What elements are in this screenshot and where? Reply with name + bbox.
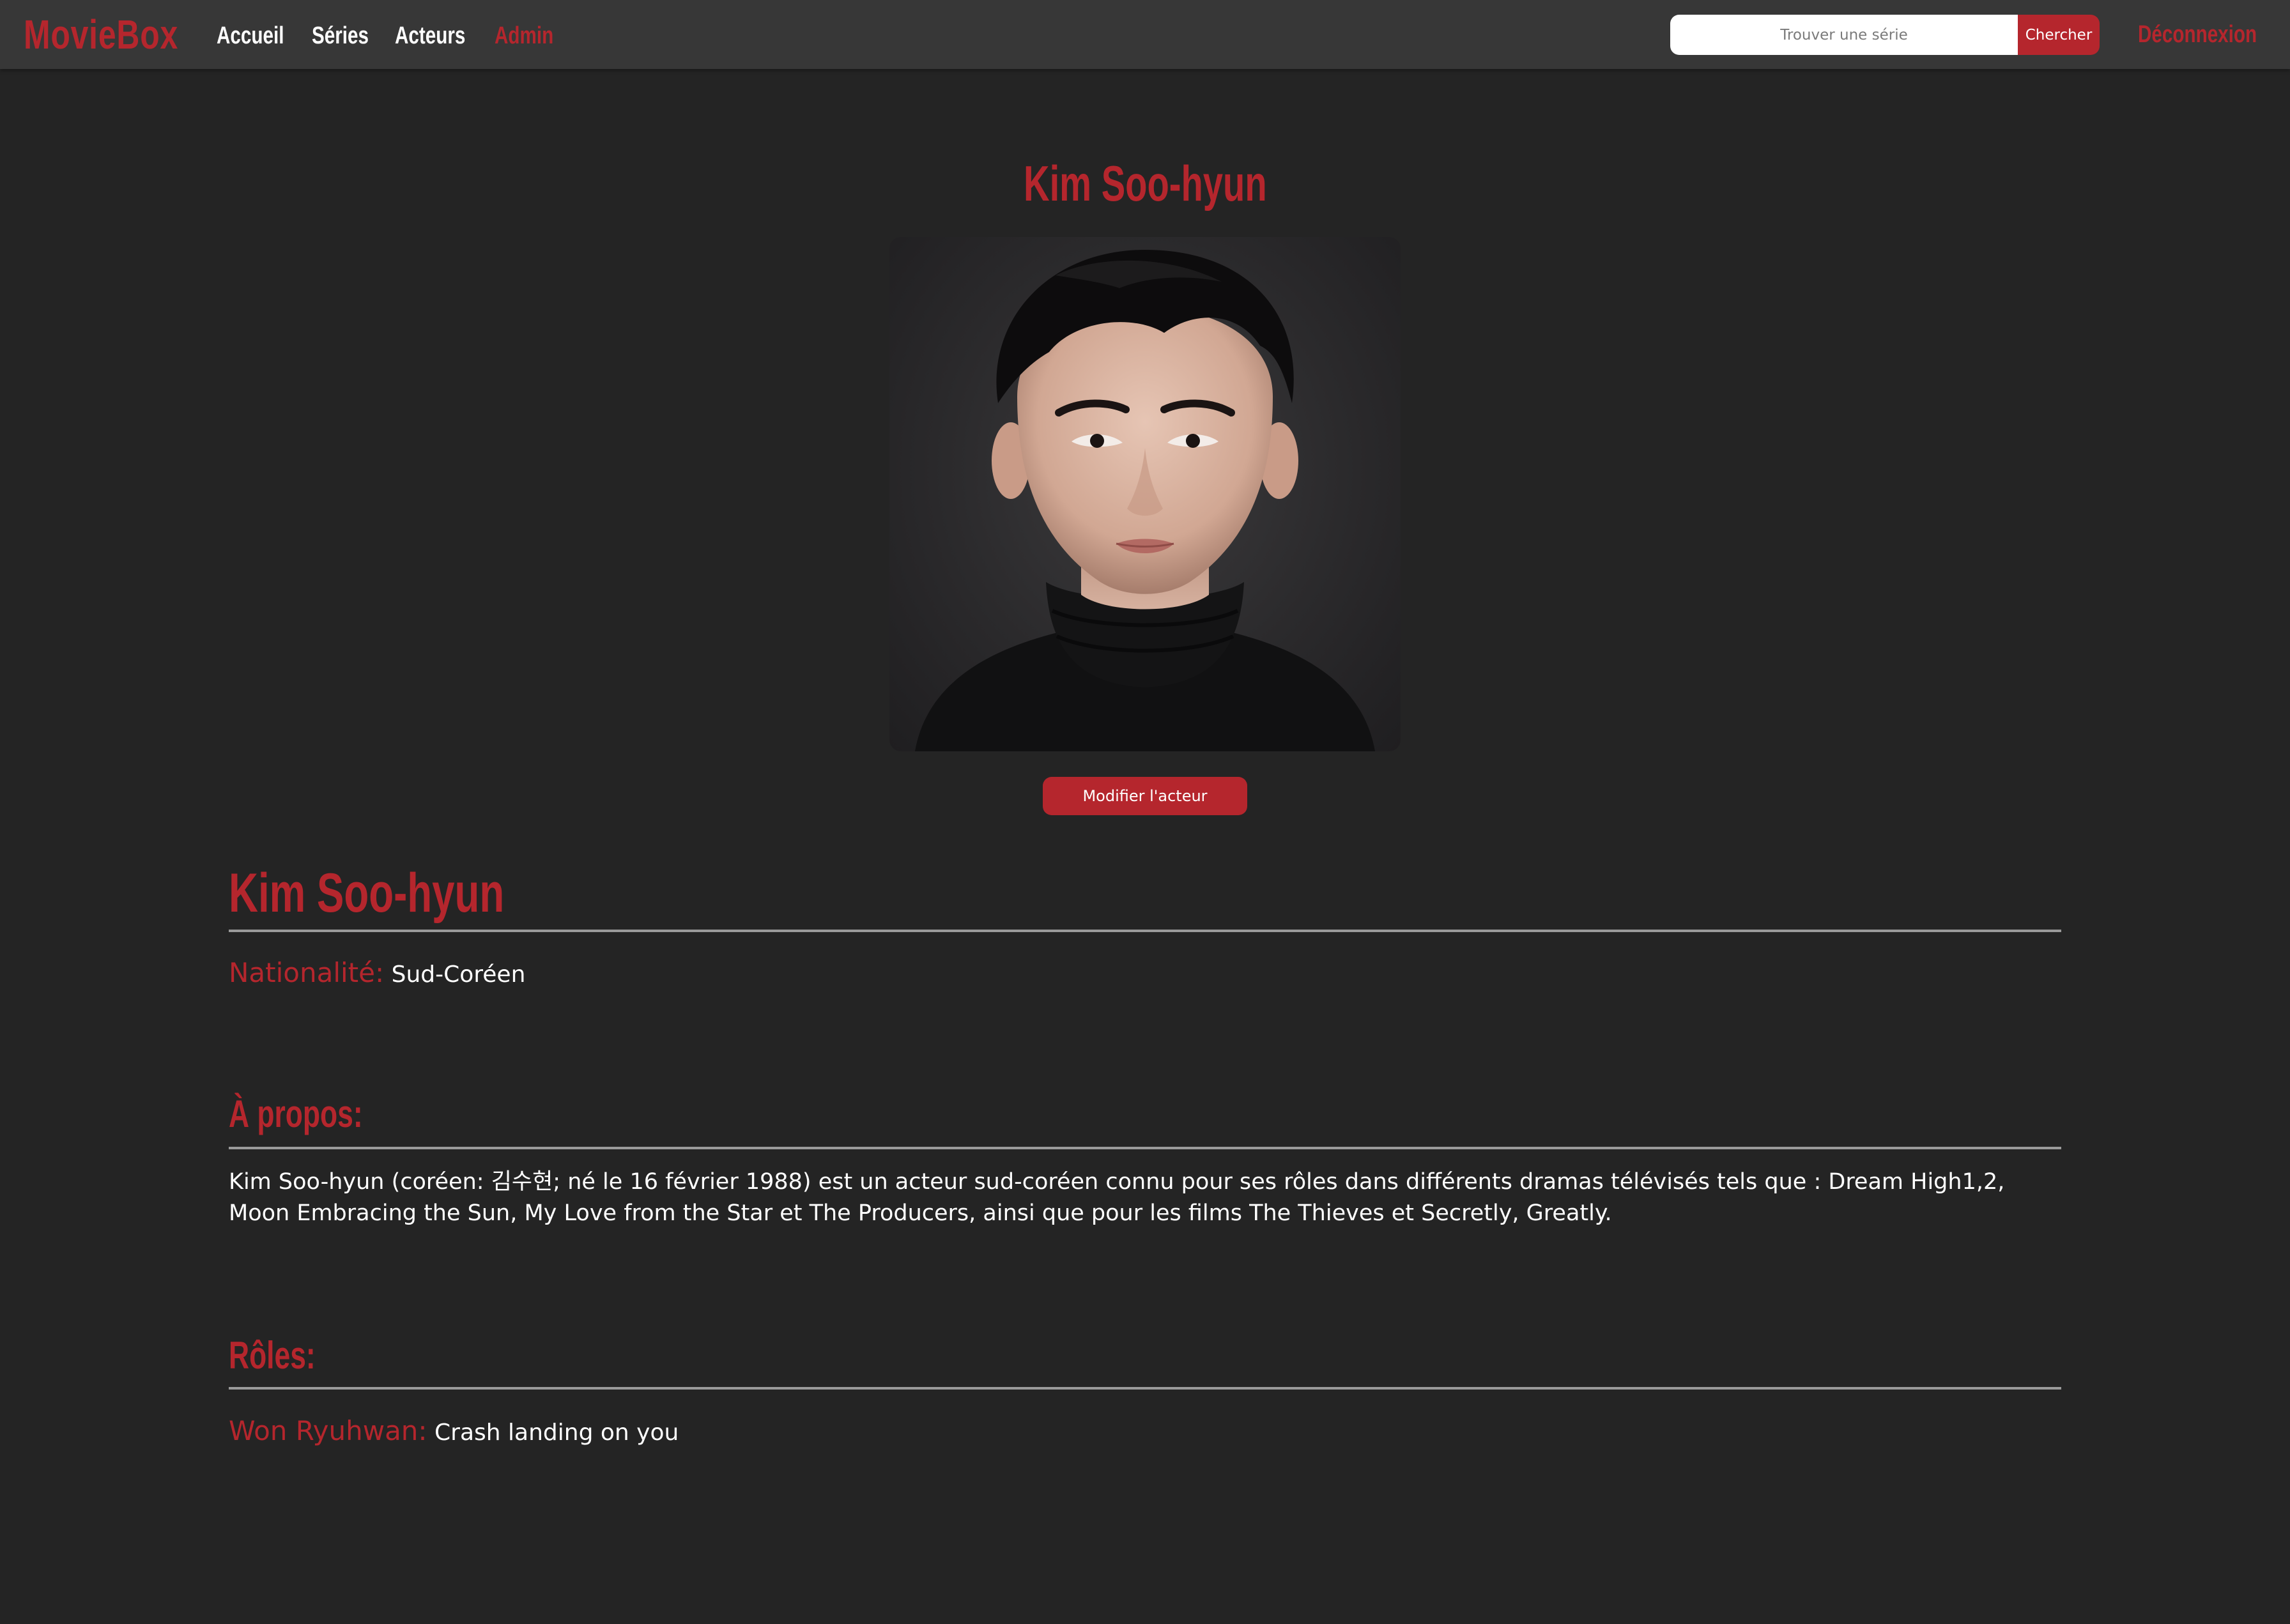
logout-link[interactable]: Déconnexion xyxy=(2138,17,2257,52)
nav-link-acteurs[interactable]: Acteurs xyxy=(395,18,465,54)
edit-actor-button[interactable]: Modifier l'acteur xyxy=(1043,777,1247,815)
about-text: Kim Soo-hyun (coréen: 김수현; né le 16 févr… xyxy=(229,1169,2005,1226)
nav-link-admin[interactable]: Admin xyxy=(495,18,553,54)
divider xyxy=(229,1147,2061,1149)
actor-portrait xyxy=(889,237,1401,751)
actor-name-heading: Kim Soo-hyun xyxy=(229,862,505,924)
divider xyxy=(229,930,2061,932)
portrait-illustration xyxy=(915,250,1375,751)
search-input[interactable] xyxy=(1670,15,2018,55)
nationality-row: Nationalité: Sud-Coréen xyxy=(229,957,525,991)
search-button[interactable]: Chercher xyxy=(2018,15,2100,55)
divider xyxy=(229,1387,2061,1390)
page-title-text: Kim Soo-hyun xyxy=(1023,155,1267,211)
nav-link-series[interactable]: Séries xyxy=(312,18,369,54)
roles-heading: Rôles: xyxy=(229,1334,316,1377)
nav-link-accueil[interactable]: Accueil xyxy=(217,18,284,54)
role-series[interactable]: Crash landing on you xyxy=(434,1420,679,1446)
about-heading: À propos: xyxy=(229,1092,363,1135)
brand-logo[interactable]: MovieBox xyxy=(24,6,178,63)
nationality-value: Sud-Coréen xyxy=(391,961,526,988)
nationality-label: Nationalité: xyxy=(229,957,385,988)
page-title: Kim Soo-hyun xyxy=(0,148,2290,218)
top-navbar: MovieBox Accueil Séries Acteurs Admin Ch… xyxy=(0,0,2290,69)
role-character[interactable]: Won Ryuhwan: xyxy=(229,1415,427,1446)
role-item: Won Ryuhwan: Crash landing on you xyxy=(229,1415,679,1449)
